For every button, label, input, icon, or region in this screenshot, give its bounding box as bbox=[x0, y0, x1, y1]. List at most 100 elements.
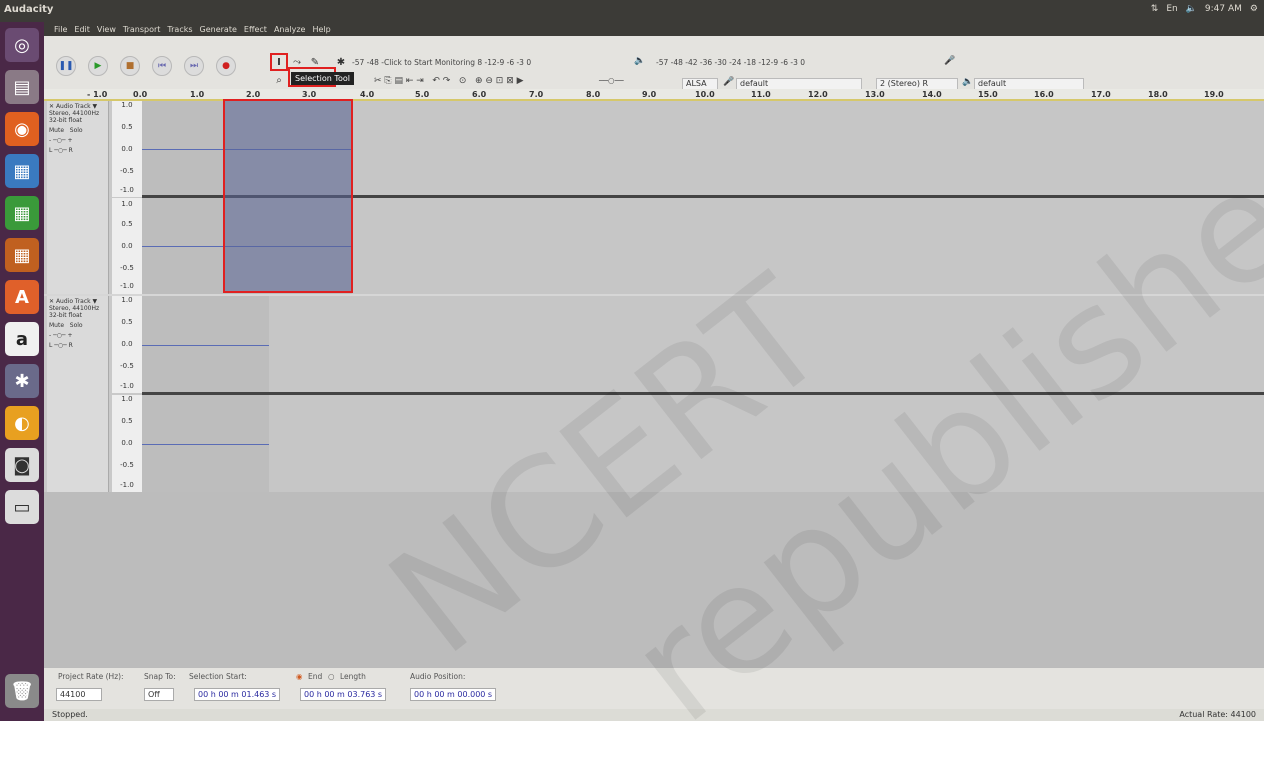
firefox-icon[interactable]: ◉ bbox=[5, 112, 39, 146]
mute-button[interactable]: Mute bbox=[49, 322, 64, 329]
status-bar: Stopped. Actual Rate: 44100 bbox=[44, 709, 1264, 721]
settings-gear-icon[interactable]: ⚙ bbox=[1250, 4, 1258, 14]
ruler-tick: 11.0 bbox=[751, 90, 771, 99]
amazon-icon[interactable]: a bbox=[5, 322, 39, 356]
calc-icon[interactable]: ▦ bbox=[5, 196, 39, 230]
selection-tool-highlight bbox=[270, 53, 288, 71]
gain-slider[interactable]: - ─○─ + bbox=[49, 137, 106, 144]
skip-end-button[interactable]: ⏭ bbox=[184, 56, 204, 76]
track-control-panel[interactable]: ✕ Audio Track ▼ Stereo, 44100Hz 32-bit f… bbox=[47, 296, 109, 492]
track-name-button[interactable]: Audio Track bbox=[56, 103, 91, 110]
mute-button[interactable]: Mute bbox=[49, 127, 64, 134]
solo-button[interactable]: Solo bbox=[70, 322, 83, 329]
selection-tool-tooltip: Selection Tool bbox=[291, 72, 354, 85]
ruler-tick: 16.0 bbox=[1034, 90, 1054, 99]
multi-tool-icon[interactable]: ✱ bbox=[334, 55, 348, 69]
ruler-tick: 13.0 bbox=[865, 90, 885, 99]
pause-button[interactable]: ❚❚ bbox=[56, 56, 76, 76]
menu-edit[interactable]: Edit bbox=[74, 25, 90, 34]
scale-label: -0.5 bbox=[120, 362, 134, 370]
system-settings-icon[interactable]: ✱ bbox=[5, 364, 39, 398]
microphone-icon: 🎤 bbox=[723, 77, 735, 87]
ruler-tick: 9.0 bbox=[642, 90, 657, 99]
menu-analyze[interactable]: Analyze bbox=[274, 25, 306, 34]
track-format: 32-bit float bbox=[49, 312, 83, 319]
time-selection-region[interactable] bbox=[223, 99, 353, 293]
play-at-speed-slider[interactable]: ──○── bbox=[599, 76, 624, 85]
record-button[interactable]: ● bbox=[216, 56, 236, 76]
mic-icon: 🎤 bbox=[944, 56, 956, 66]
menu-file[interactable]: File bbox=[54, 25, 67, 34]
ruler-tick: 3.0 bbox=[302, 90, 317, 99]
scale-label: 0.5 bbox=[121, 318, 133, 326]
scale-label: -0.5 bbox=[120, 264, 134, 272]
audio-position-field[interactable]: 00 h 00 m 00.000 s bbox=[410, 688, 497, 701]
play-button[interactable]: ▶ bbox=[88, 56, 108, 76]
pan-slider[interactable]: L ─○─ R bbox=[49, 342, 106, 349]
track-format: 32-bit float bbox=[49, 117, 83, 124]
menu-transport[interactable]: Transport bbox=[123, 25, 161, 34]
audacity-icon[interactable]: ◐ bbox=[5, 406, 39, 440]
ruler-tick: 15.0 bbox=[978, 90, 998, 99]
ruler-tick: 12.0 bbox=[808, 90, 828, 99]
channel-divider bbox=[142, 392, 1264, 395]
ruler-tick: 5.0 bbox=[415, 90, 430, 99]
scale-label: 0.0 bbox=[121, 145, 133, 153]
selection-end-field[interactable]: 00 h 00 m 03.763 s bbox=[300, 688, 387, 701]
ruler-tick: 2.0 bbox=[246, 90, 261, 99]
audio-track-2: ✕ Audio Track ▼ Stereo, 44100Hz 32-bit f… bbox=[44, 296, 1264, 492]
scale-label: -1.0 bbox=[120, 282, 134, 290]
network-icon[interactable]: ⇅ bbox=[1151, 4, 1159, 14]
files-icon[interactable]: ▤ bbox=[5, 70, 39, 104]
menu-effect[interactable]: Effect bbox=[244, 25, 267, 34]
vertical-scale: 1.0 0.5 0.0 -0.5 -1.0 bbox=[112, 101, 142, 197]
audio-position-label: Audio Position: bbox=[410, 672, 466, 681]
record-meter[interactable]: -57 -48 -Click to Start Monitoring 8 -12… bbox=[352, 58, 531, 67]
actual-rate: Actual Rate: 44100 bbox=[1179, 710, 1256, 719]
menu-view[interactable]: View bbox=[97, 25, 116, 34]
software-center-icon[interactable]: A bbox=[5, 280, 39, 314]
volume-icon[interactable]: 🔈 bbox=[1186, 4, 1197, 14]
scale-label: -1.0 bbox=[120, 186, 134, 194]
impress-icon[interactable]: ▦ bbox=[5, 238, 39, 272]
unity-launcher: ◎ ▤ ◉ ▦ ▦ ▦ A a ✱ ◐ ◙ ▭ 🗑 bbox=[0, 22, 44, 721]
playback-meter[interactable]: -57 -48 -42 -36 -30 -24 -18 -12-9 -6 -3 … bbox=[656, 58, 805, 67]
selection-start-label: Selection Start: bbox=[189, 672, 247, 681]
drive-icon[interactable]: ▭ bbox=[5, 490, 39, 524]
track-control-panel[interactable]: ✕ Audio Track ▼ Stereo, 44100Hz 32-bit f… bbox=[47, 101, 109, 294]
menu-generate[interactable]: Generate bbox=[200, 25, 237, 34]
empty-track-area[interactable] bbox=[44, 492, 1264, 667]
keyboard-layout-icon[interactable]: En bbox=[1166, 4, 1177, 14]
zero-line bbox=[142, 345, 269, 346]
clock[interactable]: 9:47 AM bbox=[1205, 4, 1242, 14]
project-rate-select[interactable]: 44100 bbox=[56, 688, 102, 701]
scale-label: -1.0 bbox=[120, 382, 134, 390]
length-radio-icon[interactable]: ○ bbox=[328, 672, 335, 681]
scale-label: 0.5 bbox=[121, 220, 133, 228]
zoom-tool-icon[interactable]: ⌕ bbox=[272, 73, 286, 87]
skip-start-button[interactable]: ⏮ bbox=[152, 56, 172, 76]
vertical-scale: 1.0 0.5 0.0 -0.5 -1.0 bbox=[112, 395, 142, 492]
camera-icon[interactable]: ◙ bbox=[5, 448, 39, 482]
track-info: Stereo, 44100Hz bbox=[49, 110, 100, 117]
end-radio-icon[interactable]: ◉ bbox=[296, 672, 303, 681]
dash-icon[interactable]: ◎ bbox=[5, 28, 39, 62]
project-rate-label: Project Rate (Hz): bbox=[58, 672, 124, 681]
close-track-icon[interactable]: ✕ bbox=[49, 298, 54, 305]
scale-label: -1.0 bbox=[120, 481, 134, 489]
selection-start-field[interactable]: 00 h 00 m 01.463 s bbox=[194, 688, 281, 701]
track-name-button[interactable]: Audio Track bbox=[56, 298, 91, 305]
writer-icon[interactable]: ▦ bbox=[5, 154, 39, 188]
snap-to-select[interactable]: Off bbox=[144, 688, 174, 701]
stop-button[interactable]: ■ bbox=[120, 56, 140, 76]
status-text: Stopped. bbox=[52, 710, 88, 719]
trash-icon[interactable]: 🗑 bbox=[5, 674, 39, 708]
close-track-icon[interactable]: ✕ bbox=[49, 103, 54, 110]
ruler-tick: 4.0 bbox=[360, 90, 375, 99]
menu-tracks[interactable]: Tracks bbox=[167, 25, 192, 34]
pan-slider[interactable]: L ─○─ R bbox=[49, 147, 106, 154]
menu-help[interactable]: Help bbox=[312, 25, 330, 34]
zero-line bbox=[142, 444, 269, 445]
gain-slider[interactable]: - ─○─ + bbox=[49, 332, 106, 339]
solo-button[interactable]: Solo bbox=[70, 127, 83, 134]
